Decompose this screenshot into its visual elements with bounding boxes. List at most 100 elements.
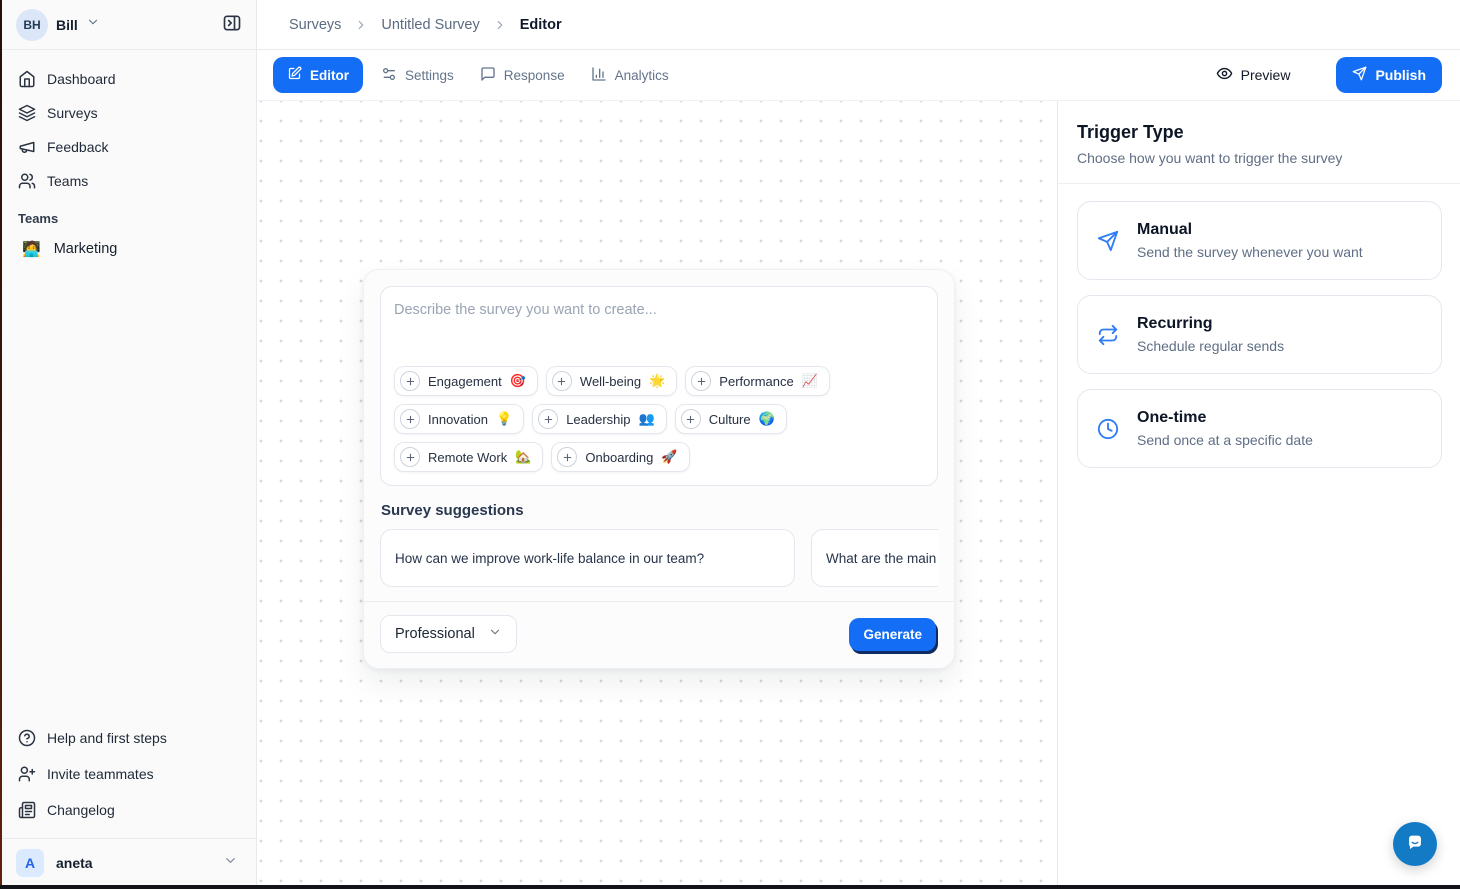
- sidebar-nav: Dashboard Surveys Feedback Teams: [0, 50, 256, 266]
- trigger-option-manual[interactable]: Manual Send the survey whenever you want: [1077, 201, 1442, 280]
- tab-settings[interactable]: Settings: [381, 66, 454, 85]
- team-name: Marketing: [54, 241, 118, 257]
- tab-response[interactable]: Response: [480, 66, 565, 85]
- send-icon: [1097, 230, 1119, 252]
- technologist-emoji-icon: 🧑‍💻: [22, 240, 41, 258]
- plus-icon: [681, 409, 701, 429]
- option-description: Send the survey whenever you want: [1137, 244, 1363, 260]
- sidebar-item-team-marketing[interactable]: 🧑‍💻 Marketing: [12, 232, 244, 266]
- sidebar-item-changelog[interactable]: Changelog: [12, 792, 244, 828]
- sidebar-item-label: Dashboard: [47, 71, 116, 87]
- chip-label: Onboarding: [585, 450, 653, 465]
- newspaper-icon: [18, 801, 36, 819]
- screen-left-edge: [0, 0, 2, 889]
- breadcrumb-surveys[interactable]: Surveys: [289, 17, 341, 33]
- app-window: BH Bill Dashboard: [0, 0, 1460, 889]
- survey-prompt-input[interactable]: [394, 300, 924, 366]
- option-title: Manual: [1137, 221, 1363, 239]
- topic-chip-remote-work[interactable]: Remote Work 🏡: [394, 442, 543, 472]
- chip-label: Engagement: [428, 374, 502, 389]
- breadcrumb-untitled-survey[interactable]: Untitled Survey: [381, 17, 479, 33]
- plus-icon: [557, 447, 577, 467]
- sidebar-item-label: Help and first steps: [47, 730, 167, 746]
- topic-chip-engagement[interactable]: Engagement 🎯: [394, 366, 538, 396]
- workspace-name: Bill: [56, 17, 78, 33]
- sidebar-item-label: Teams: [47, 173, 88, 189]
- workspace-switcher[interactable]: BH Bill: [0, 0, 256, 50]
- sidebar-footer-nav: Help and first steps Invite teammates Ch…: [0, 720, 256, 834]
- topic-chip-well-being[interactable]: Well-being 🌟: [546, 366, 677, 396]
- teams-section-label: Teams: [18, 211, 244, 226]
- trigger-option-recurring[interactable]: Recurring Schedule regular sends: [1077, 295, 1442, 374]
- suggestion-card[interactable]: What are the main ob: [811, 529, 938, 587]
- target-emoji-icon: 🎯: [510, 373, 526, 389]
- topic-chip-culture[interactable]: Culture 🌍: [675, 404, 787, 434]
- topic-chip-performance[interactable]: Performance 📈: [685, 366, 830, 396]
- suggestion-card[interactable]: How can we improve work-life balance in …: [380, 529, 795, 587]
- chat-launcher-button[interactable]: [1393, 822, 1437, 866]
- trigger-option-one-time[interactable]: One-time Send once at a specific date: [1077, 389, 1442, 468]
- users-icon: [18, 172, 36, 190]
- account-avatar: A: [16, 849, 44, 877]
- sidebar-item-surveys[interactable]: Surveys: [12, 96, 244, 130]
- composer-footer: Professional Generate: [364, 601, 954, 668]
- rocket-emoji-icon: 🚀: [661, 449, 677, 465]
- sidebar-collapse-button[interactable]: [222, 13, 242, 36]
- chip-label: Well-being: [580, 374, 641, 389]
- chip-label: Remote Work: [428, 450, 507, 465]
- editor-toolbar: Editor Settings Response Analytics: [257, 50, 1460, 101]
- breadcrumb: Surveys Untitled Survey Editor: [257, 0, 1460, 50]
- option-description: Send once at a specific date: [1137, 432, 1313, 448]
- preview-button[interactable]: Preview: [1216, 65, 1291, 85]
- topic-chip-innovation[interactable]: Innovation 💡: [394, 404, 524, 434]
- trigger-panel-header: Trigger Type Choose how you want to trig…: [1058, 101, 1460, 184]
- sidebar-item-feedback[interactable]: Feedback: [12, 130, 244, 164]
- chevron-right-icon: [354, 18, 368, 32]
- sidebar-item-label: Feedback: [47, 139, 108, 155]
- bar-chart-icon: [591, 66, 607, 85]
- house-emoji-icon: 🏡: [515, 449, 531, 465]
- publish-label: Publish: [1375, 67, 1426, 83]
- eye-icon: [1216, 65, 1233, 85]
- tone-select[interactable]: Professional: [380, 615, 517, 653]
- preview-label: Preview: [1241, 67, 1291, 83]
- suggestions-row: How can we improve work-life balance in …: [380, 529, 938, 587]
- workspace: Engagement 🎯 Well-being 🌟 Performance: [257, 101, 1460, 889]
- plus-icon: [400, 447, 420, 467]
- sidebar-item-invite[interactable]: Invite teammates: [12, 756, 244, 792]
- sidebar-item-dashboard[interactable]: Dashboard: [12, 62, 244, 96]
- panel-subtitle: Choose how you want to trigger the surve…: [1077, 150, 1442, 166]
- topic-chip-leadership[interactable]: Leadership 👥: [532, 404, 667, 434]
- home-icon: [18, 70, 36, 88]
- layers-icon: [18, 104, 36, 122]
- chevron-down-icon: [488, 625, 502, 643]
- screen-bottom-edge: [0, 885, 1460, 889]
- publish-button[interactable]: Publish: [1336, 57, 1442, 93]
- plus-icon: [400, 371, 420, 391]
- sidebar: BH Bill Dashboard: [0, 0, 257, 889]
- option-title: Recurring: [1137, 315, 1284, 333]
- account-menu[interactable]: A aneta: [0, 839, 256, 889]
- busts-emoji-icon: 👥: [639, 411, 655, 427]
- account-name: aneta: [56, 855, 211, 871]
- chip-label: Culture: [709, 412, 751, 427]
- tab-label: Response: [504, 68, 565, 83]
- sidebar-item-help[interactable]: Help and first steps: [12, 720, 244, 756]
- editor-canvas[interactable]: Engagement 🎯 Well-being 🌟 Performance: [257, 101, 1057, 889]
- sidebar-item-label: Changelog: [47, 802, 115, 818]
- chevron-right-icon: [493, 18, 507, 32]
- survey-composer-card: Engagement 🎯 Well-being 🌟 Performance: [363, 269, 955, 669]
- chevron-down-icon: [86, 15, 100, 34]
- option-description: Schedule regular sends: [1137, 338, 1284, 354]
- tab-analytics[interactable]: Analytics: [591, 66, 669, 85]
- option-title: One-time: [1137, 409, 1313, 427]
- generate-button[interactable]: Generate: [849, 618, 936, 651]
- sidebar-item-teams[interactable]: Teams: [12, 164, 244, 198]
- repeat-icon: [1097, 324, 1119, 346]
- help-circle-icon: [18, 729, 36, 747]
- tab-editor[interactable]: Editor: [273, 57, 363, 93]
- panel-toggle-icon: [222, 13, 242, 36]
- tab-label: Analytics: [615, 68, 669, 83]
- topic-chip-onboarding[interactable]: Onboarding 🚀: [551, 442, 689, 472]
- message-square-icon: [480, 66, 496, 85]
